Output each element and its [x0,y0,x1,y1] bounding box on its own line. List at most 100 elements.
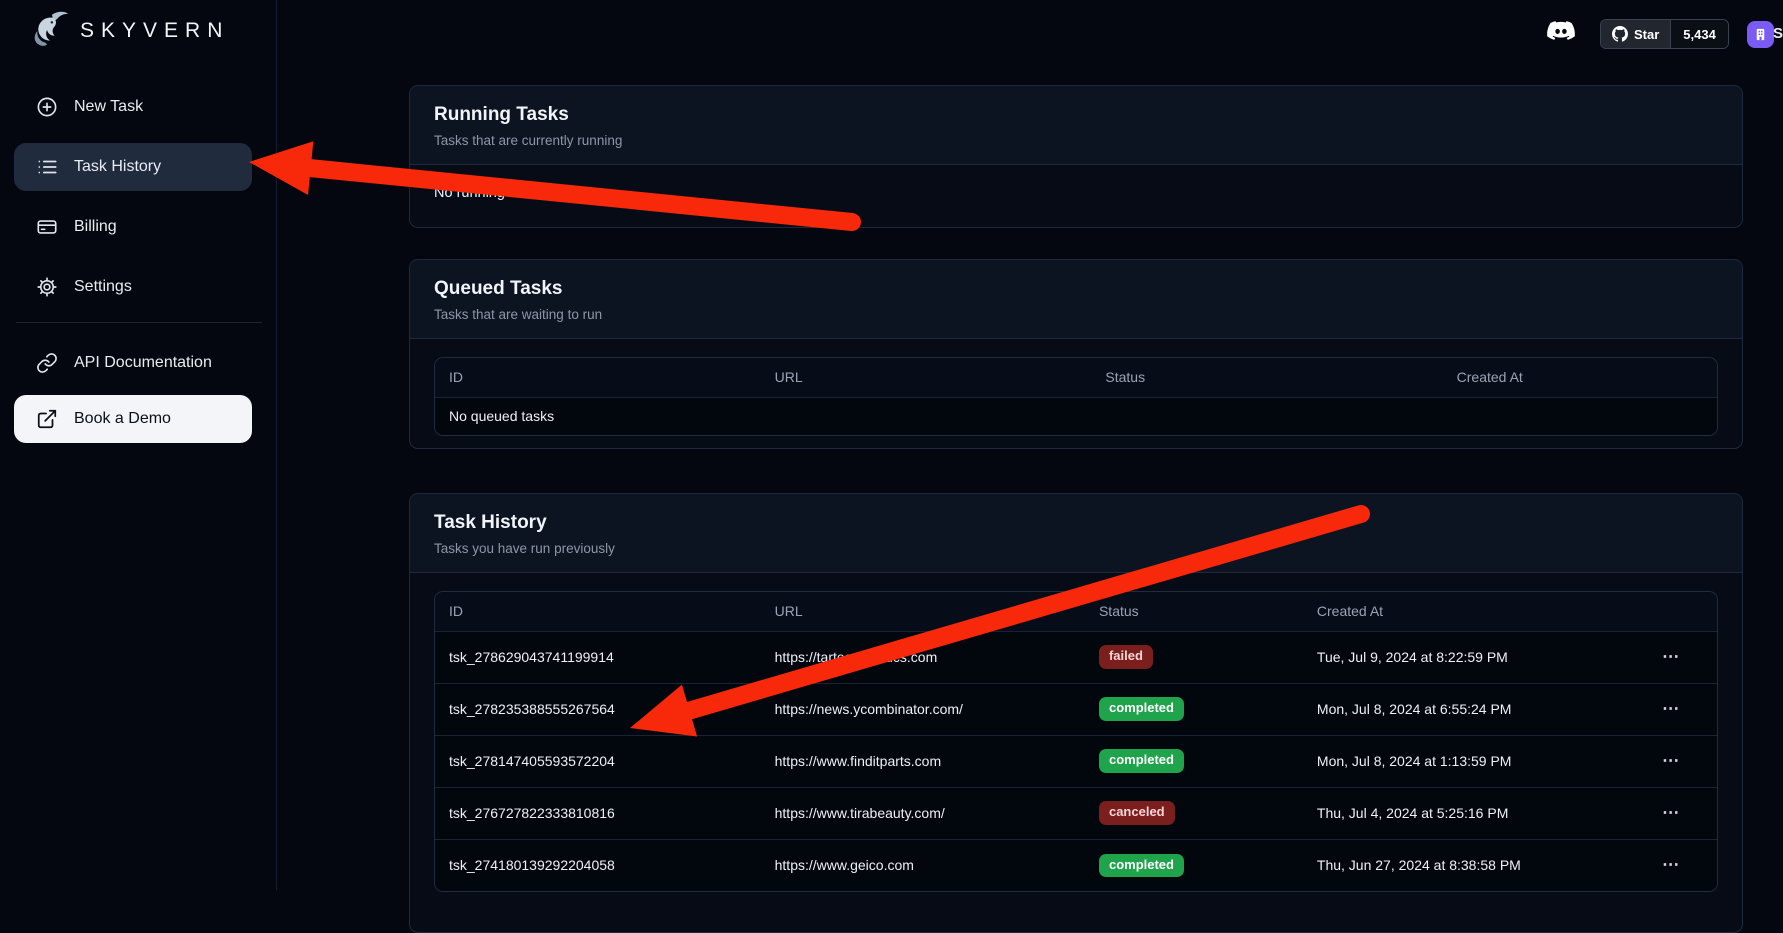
sidebar-item-api-documentation[interactable]: API Documentation [14,339,252,387]
task-history-card: Task History Tasks you have run previous… [409,493,1743,933]
list-icon [36,156,58,178]
task-status-cell: completed [1085,735,1303,787]
task-id-cell: tsk_278235388555267564 [435,683,761,735]
plus-circle-icon [36,96,58,118]
task-status-cell: completed [1085,683,1303,735]
sidebar-item-book-a-demo[interactable]: Book a Demo [14,395,252,443]
row-actions-button[interactable]: ⋯ [1654,853,1689,877]
task-url-cell: https://news.ycombinator.com/ [761,683,1085,735]
sidebar-item-label: Book a Demo [74,410,171,428]
task-id-cell: tsk_276727822333810816 [435,787,761,839]
sidebar-item-billing[interactable]: Billing [14,203,252,251]
table-row: No queued tasks [435,397,1717,435]
task-row[interactable]: tsk_278629043741199914https://tartecosme… [435,631,1717,683]
queued-tasks-body: IDURLStatusCreated At No queued tasks [410,339,1742,449]
sidebar-item-settings[interactable]: Settings [14,263,252,311]
github-star-button[interactable]: Star 5,434 [1600,19,1729,49]
task-created-at-cell: Thu, Jun 27, 2024 at 8:38:58 PM [1303,839,1640,891]
column-header: ID [435,358,761,397]
task-url-cell: https://www.tirabeauty.com/ [761,787,1085,839]
sidebar-item-label: Settings [74,278,132,296]
queued-tasks-header: Queued Tasks Tasks that are waiting to r… [410,260,1742,339]
row-actions-button[interactable]: ⋯ [1654,697,1689,721]
sidebar-nav-secondary: API Documentation Book a Demo [14,339,252,455]
task-history-header: Task History Tasks you have run previous… [410,494,1742,573]
row-actions-button[interactable]: ⋯ [1654,749,1689,773]
task-created-at-cell: Thu, Jul 4, 2024 at 5:25:16 PM [1303,787,1640,839]
status-badge: completed [1099,697,1184,720]
task-status-cell: failed [1085,631,1303,683]
card-subtitle: Tasks that are currently running [434,133,1718,148]
card-subtitle: Tasks that are waiting to run [434,307,1718,322]
task-actions-cell: ⋯ [1640,683,1717,735]
github-icon [1612,26,1628,42]
sidebar-item-label: Task History [74,158,161,176]
task-row[interactable]: tsk_274180139292204058https://www.geico.… [435,839,1717,891]
queued-tasks-table: IDURLStatusCreated At No queued tasks [434,357,1718,436]
task-created-at-cell: Mon, Jul 8, 2024 at 6:55:24 PM [1303,683,1640,735]
column-header: URL [761,592,1085,631]
queued-tasks-empty-text: No queued tasks [435,397,1717,435]
card-title: Queued Tasks [434,278,1718,300]
task-history-body: IDURLStatusCreated At tsk_27862904374119… [410,573,1742,906]
task-actions-cell: ⋯ [1640,735,1717,787]
task-row[interactable]: tsk_276727822333810816https://www.tirabe… [435,787,1717,839]
running-tasks-card: Running Tasks Tasks that are currently r… [409,85,1743,228]
column-header: Status [1091,358,1442,397]
row-actions-button[interactable]: ⋯ [1654,645,1689,669]
brand-name: SKYVERN [80,19,229,43]
task-row[interactable]: tsk_278235388555267564https://news.ycomb… [435,683,1717,735]
github-star-segment[interactable]: Star [1601,20,1670,48]
github-star-count[interactable]: 5,434 [1670,20,1728,48]
running-tasks-empty-text: No running tasks [434,185,1718,201]
github-star-label: Star [1634,27,1659,42]
column-header: Created At [1303,592,1640,631]
task-history-table: IDURLStatusCreated At tsk_27862904374119… [434,591,1718,892]
task-actions-cell: ⋯ [1640,631,1717,683]
task-created-at-cell: Tue, Jul 9, 2024 at 8:22:59 PM [1303,631,1640,683]
organization-avatar[interactable] [1747,21,1774,48]
task-history-tbody: tsk_278629043741199914https://tartecosme… [435,631,1717,891]
gear-icon [36,276,58,298]
main-content: Running Tasks Tasks that are currently r… [409,85,1743,933]
task-created-at-cell: Mon, Jul 8, 2024 at 1:13:59 PM [1303,735,1640,787]
status-badge: completed [1099,749,1184,772]
row-actions-button[interactable]: ⋯ [1654,801,1689,825]
task-status-cell: canceled [1085,787,1303,839]
sidebar-item-task-history[interactable]: Task History [14,143,252,191]
card-title: Task History [434,512,1718,534]
brand-logo[interactable]: SKYVERN [26,8,229,54]
column-header: Status [1085,592,1303,631]
sidebar-item-new-task[interactable]: New Task [14,83,252,131]
app-root: { "brand": { "name": "SKYVERN" }, "topba… [0,0,1783,890]
card-subtitle: Tasks you have run previously [434,541,1718,556]
task-row[interactable]: tsk_278147405593572204https://www.findit… [435,735,1717,787]
task-id-cell: tsk_278629043741199914 [435,631,761,683]
column-header: ID [435,592,761,631]
status-badge: failed [1099,645,1153,668]
discord-icon[interactable] [1541,15,1581,49]
task-actions-cell: ⋯ [1640,839,1717,891]
task-id-cell: tsk_274180139292204058 [435,839,761,891]
building-icon [1753,27,1768,42]
task-url-cell: https://www.geico.com [761,839,1085,891]
task-url-cell: https://tartecosmetics.com [761,631,1085,683]
user-label: Sk [1773,25,1783,42]
table-header-row: IDURLStatusCreated At [435,358,1717,397]
table-header-row: IDURLStatusCreated At [435,592,1717,631]
task-status-cell: completed [1085,839,1303,891]
queued-tasks-card: Queued Tasks Tasks that are waiting to r… [409,259,1743,449]
sidebar-item-label: Billing [74,218,117,236]
status-badge: completed [1099,854,1184,877]
sidebar: SKYVERN New Task Task History Billing [0,0,277,890]
column-header: Created At [1443,358,1717,397]
dragon-logo-icon [26,8,72,54]
sidebar-nav-primary: New Task Task History Billing Settings [14,83,252,323]
card-title: Running Tasks [434,104,1718,126]
task-id-cell: tsk_278147405593572204 [435,735,761,787]
sidebar-item-label: New Task [74,98,143,116]
task-actions-cell: ⋯ [1640,787,1717,839]
column-header-actions [1640,592,1717,631]
status-badge: canceled [1099,801,1175,824]
running-tasks-body: No running tasks [410,165,1742,221]
